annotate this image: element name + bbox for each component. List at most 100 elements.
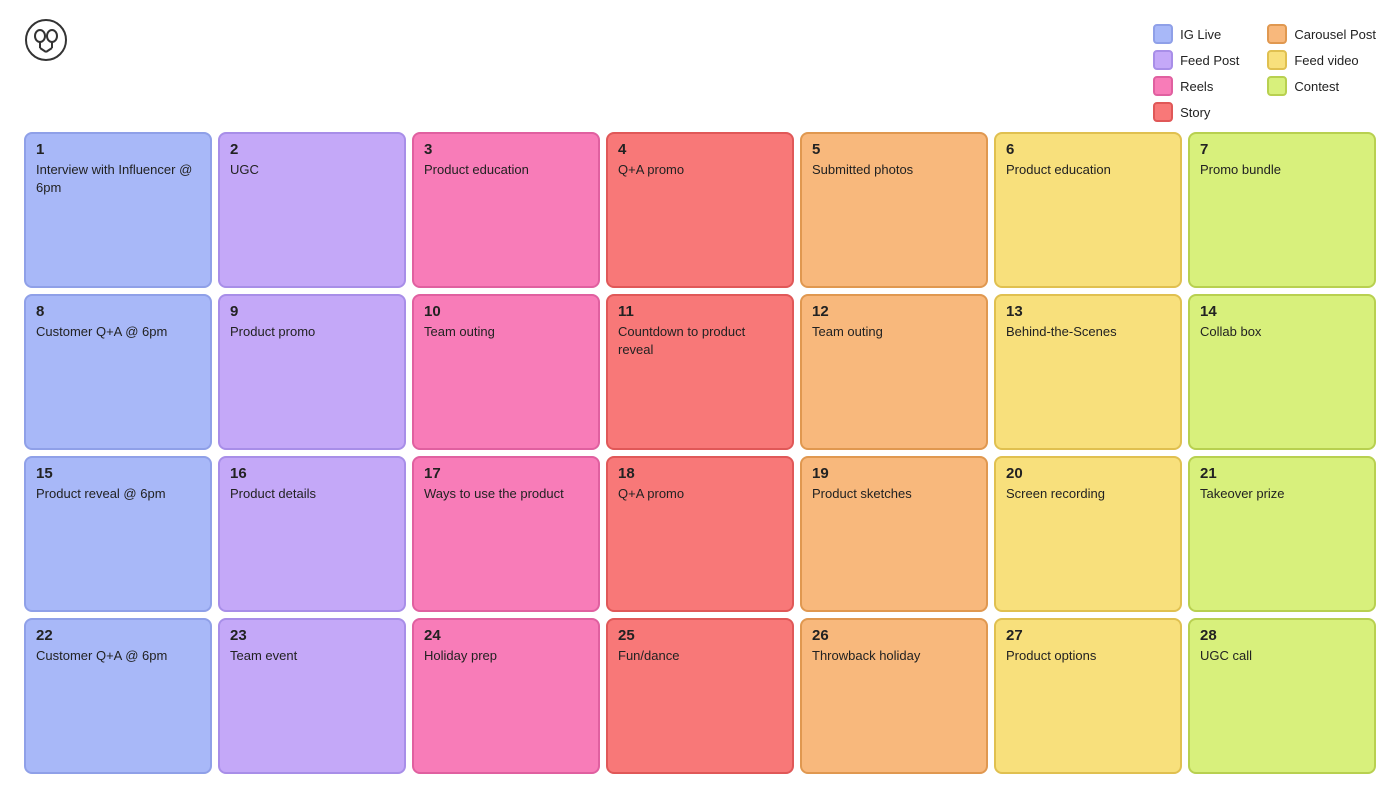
cell-content: Product details	[230, 485, 394, 503]
calendar-cell: 25Fun/dance	[606, 618, 794, 774]
cell-content: Customer Q+A @ 6pm	[36, 323, 200, 341]
page: IG Live Carousel Post Feed Post Feed video R…	[0, 0, 1400, 788]
legend-item-story: Story	[1153, 102, 1239, 122]
calendar-cell: 5 Submitted photos	[800, 132, 988, 288]
calendar-cell: 14 Collab box	[1188, 294, 1376, 450]
cell-number: 14	[1200, 304, 1364, 319]
legend-label-story: Story	[1180, 105, 1210, 120]
calendar-cell: 13 Behind-the-Scenes	[994, 294, 1182, 450]
cell-content: Product reveal @ 6pm	[36, 485, 200, 503]
legend-item-reels: Reels	[1153, 76, 1239, 96]
cell-number: 13	[1006, 304, 1170, 319]
cell-number: 17	[424, 466, 588, 481]
calendar-cell: 4Q+A promo	[606, 132, 794, 288]
cell-content: Q+A promo	[618, 485, 782, 503]
cell-content: Team outing	[812, 323, 976, 341]
cell-number: 20	[1006, 466, 1170, 481]
calendar-cell: 22 Customer Q+A @ 6pm	[24, 618, 212, 774]
cell-number: 24	[424, 628, 588, 643]
legend-item-contest: Contest	[1267, 76, 1376, 96]
cell-number: 25	[618, 628, 782, 643]
calendar-cell: 23 Team event	[218, 618, 406, 774]
cell-number: 6	[1006, 142, 1170, 157]
legend-dot-ig-live	[1153, 24, 1173, 44]
calendar-cell: 19 Product sketches	[800, 456, 988, 612]
cell-number: 18	[618, 466, 782, 481]
logo-area	[24, 18, 76, 62]
legend-item-ig-live: IG Live	[1153, 24, 1239, 44]
cell-content: Team event	[230, 647, 394, 665]
legend-label-contest: Contest	[1294, 79, 1339, 94]
cell-number: 5	[812, 142, 976, 157]
cell-content: Takeover prize	[1200, 485, 1364, 503]
legend-item-feed-video: Feed video	[1267, 50, 1376, 70]
cell-content: Customer Q+A @ 6pm	[36, 647, 200, 665]
calendar-cell: 17 Ways to use the product	[412, 456, 600, 612]
calendar-cell: 11Countdown to product reveal	[606, 294, 794, 450]
calendar-cell: 7 Promo bundle	[1188, 132, 1376, 288]
cell-number: 1	[36, 142, 200, 157]
cell-number: 15	[36, 466, 200, 481]
cell-content: Product sketches	[812, 485, 976, 503]
cell-number: 12	[812, 304, 976, 319]
calendar-cell: 6 Product education	[994, 132, 1182, 288]
cell-content: Submitted photos	[812, 161, 976, 179]
legend: IG Live Carousel Post Feed Post Feed video R…	[1153, 24, 1376, 122]
cell-number: 9	[230, 304, 394, 319]
cell-content: Holiday prep	[424, 647, 588, 665]
cell-content: Promo bundle	[1200, 161, 1364, 179]
cell-content: Behind-the-Scenes	[1006, 323, 1170, 341]
cell-number: 4	[618, 142, 782, 157]
cell-number: 16	[230, 466, 394, 481]
calendar-cell: 9 Product promo	[218, 294, 406, 450]
legend-item-carousel: Carousel Post	[1267, 24, 1376, 44]
calendar-cell: 12 Team outing	[800, 294, 988, 450]
calendar-cell: 3Product education	[412, 132, 600, 288]
cell-content: Product education	[1006, 161, 1170, 179]
calendar-cell: 2 UGC	[218, 132, 406, 288]
cell-content: Product options	[1006, 647, 1170, 665]
cell-content: Product promo	[230, 323, 394, 341]
legend-dot-carousel	[1267, 24, 1287, 44]
legend-label-reels: Reels	[1180, 79, 1213, 94]
legend-dot-reels	[1153, 76, 1173, 96]
cell-number: 23	[230, 628, 394, 643]
legend-label-feed-video: Feed video	[1294, 53, 1358, 68]
manychat-logo-icon	[24, 18, 68, 62]
calendar-cell: 26Throwback holiday	[800, 618, 988, 774]
calendar-cell: 21 Takeover prize	[1188, 456, 1376, 612]
legend-label-feed-post: Feed Post	[1180, 53, 1239, 68]
calendar-cell: 18 Q+A promo	[606, 456, 794, 612]
cell-content: Ways to use the product	[424, 485, 588, 503]
calendar-cell: 28 UGC call	[1188, 618, 1376, 774]
cell-number: 10	[424, 304, 588, 319]
calendar-grid: 1Interview with Influencer @ 6pm 2 UGC 3Pro…	[24, 132, 1376, 774]
cell-number: 21	[1200, 466, 1364, 481]
cell-number: 22	[36, 628, 200, 643]
cell-content: Collab box	[1200, 323, 1364, 341]
calendar-cell: 16 Product details	[218, 456, 406, 612]
calendar-cell: 27 Product options	[994, 618, 1182, 774]
cell-number: 8	[36, 304, 200, 319]
cell-number: 2	[230, 142, 394, 157]
calendar-cell: 8 Customer Q+A @ 6pm	[24, 294, 212, 450]
legend-dot-contest	[1267, 76, 1287, 96]
calendar-cell: 15 Product reveal @ 6pm	[24, 456, 212, 612]
calendar-cell: 10 Team outing	[412, 294, 600, 450]
legend-label-ig-live: IG Live	[1180, 27, 1221, 42]
legend-dot-story	[1153, 102, 1173, 122]
cell-content: Screen recording	[1006, 485, 1170, 503]
cell-number: 26	[812, 628, 976, 643]
cell-number: 19	[812, 466, 976, 481]
cell-number: 7	[1200, 142, 1364, 157]
calendar-cell: 1Interview with Influencer @ 6pm	[24, 132, 212, 288]
cell-content: UGC call	[1200, 647, 1364, 665]
legend-dot-feed-video	[1267, 50, 1287, 70]
legend-label-carousel: Carousel Post	[1294, 27, 1376, 42]
cell-number: 27	[1006, 628, 1170, 643]
cell-number: 28	[1200, 628, 1364, 643]
cell-content: Team outing	[424, 323, 588, 341]
cell-content: UGC	[230, 161, 394, 179]
calendar-cell: 24 Holiday prep	[412, 618, 600, 774]
legend-item-feed-post: Feed Post	[1153, 50, 1239, 70]
